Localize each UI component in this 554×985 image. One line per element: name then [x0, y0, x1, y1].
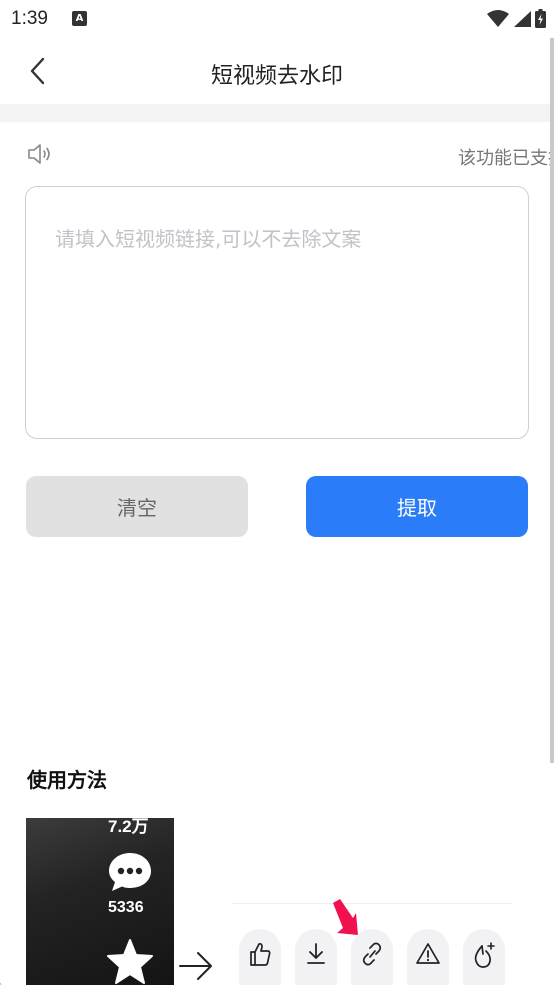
page-title: 短视频去水印	[210, 64, 343, 89]
download-icon	[307, 943, 325, 964]
clear-button[interactable]: 清空	[26, 476, 248, 537]
copy-link-button	[351, 929, 393, 985]
wifi-icon	[487, 9, 509, 27]
report-button	[407, 929, 449, 985]
effect-button	[463, 929, 505, 985]
link-input-placeholder: 请填入短视频链接,可以不去除文案	[55, 227, 362, 251]
extract-button[interactable]: 提取	[306, 476, 528, 537]
header-divider	[0, 104, 554, 122]
demo-video-screenshot: 7.2万 5336	[26, 818, 174, 985]
like-button	[239, 929, 281, 985]
signal-icon	[514, 10, 531, 27]
battery-icon	[535, 9, 546, 28]
like-icon	[250, 942, 271, 966]
star-icon	[107, 939, 153, 984]
effect-icon	[474, 942, 495, 968]
comment-icon	[109, 853, 151, 891]
demo-comment-count: 5336	[108, 899, 144, 916]
share-strip-divider	[232, 903, 512, 904]
app-header: 短视频去水印	[0, 38, 554, 104]
scrollbar[interactable]	[550, 38, 554, 763]
report-icon	[416, 943, 440, 964]
speaker-icon	[28, 144, 50, 164]
edge-mark: ◟	[0, 978, 4, 985]
usage-title: 使用方法	[27, 768, 107, 792]
status-icons	[487, 9, 546, 28]
status-time: 1:39	[11, 8, 48, 29]
status-bar: 1:39 A	[0, 0, 554, 38]
link-icon	[362, 942, 382, 966]
notification-icon: A	[72, 11, 87, 26]
highlight-arrow-icon	[333, 899, 358, 935]
notice-text: 该功能已支持抖音、快手等平台	[458, 148, 554, 169]
demo-like-count: 7.2万	[108, 818, 149, 836]
arrow-right-icon	[179, 952, 212, 980]
link-input[interactable]: 请填入短视频链接,可以不去除文案	[25, 186, 529, 439]
notice-bar: 该功能已支持抖音、快手等平台	[0, 136, 554, 176]
download-button	[295, 929, 337, 985]
